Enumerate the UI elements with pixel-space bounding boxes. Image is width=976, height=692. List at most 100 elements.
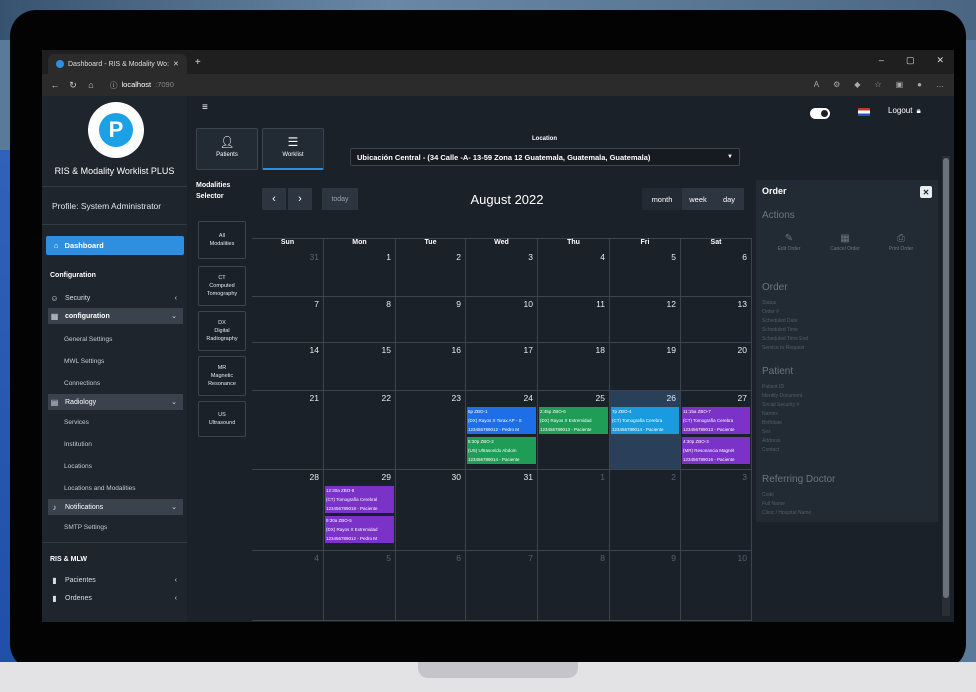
calendar-event[interactable]: 11:15a ZBO-7 (CT) Tomografía Cerebra 12345… — [682, 407, 750, 434]
settings-icon[interactable]: ⚙ — [833, 80, 840, 89]
more-icon[interactable]: … — [936, 80, 944, 89]
sidebar-item-mwl-settings[interactable]: MWL Settings — [64, 358, 104, 365]
close-window-icon[interactable]: ✕ — [936, 55, 944, 66]
calendar-day-cell[interactable]: 1 — [538, 470, 610, 551]
month-view-button[interactable]: month — [642, 188, 682, 210]
calendar-day-cell[interactable]: 14 — [252, 343, 324, 391]
calendar-day-cell[interactable]: 10 — [681, 551, 752, 621]
calendar-day-cell[interactable]: 10 — [466, 297, 538, 343]
location-select[interactable]: Ubicación Central - (34 Calle -A- 13-59 … — [350, 148, 740, 166]
read-aloud-icon[interactable]: A — [814, 80, 819, 89]
calendar-day-cell[interactable]: 22 — [324, 391, 396, 470]
calendar-day-cell[interactable]: 7 — [466, 551, 538, 621]
calendar-day-cell[interactable]: 1 — [324, 250, 396, 297]
calendar-day-cell[interactable]: 2 — [610, 470, 681, 551]
collections-icon[interactable]: ▣ — [896, 80, 904, 89]
calendar-day-cell[interactable]: 6 — [681, 250, 752, 297]
calendar-day-cell[interactable]: 6 — [396, 551, 466, 621]
calendar-day-cell[interactable]: 11 — [538, 297, 610, 343]
sidebar-item-services[interactable]: Services — [64, 419, 89, 426]
calendar-day-cell[interactable]: 3 — [466, 250, 538, 297]
modality-button[interactable]: CT Computed Tomography — [198, 266, 246, 306]
calendar-day-cell[interactable]: 28 — [252, 470, 324, 551]
calendar-day-cell[interactable]: 7 — [252, 297, 324, 343]
sidebar-item-smtp-settings[interactable]: SMTP Settings — [64, 524, 107, 531]
calendar-event[interactable]: 9:30a ZBO-5 (DX) Rayos X Extremidad 123456… — [325, 516, 394, 543]
sidebar-item-notifications[interactable]: ♪ Notifications ⌄ — [48, 499, 183, 515]
modality-button[interactable]: DX Digital Radiography — [198, 311, 246, 351]
calendar-event[interactable]: 2:45p ZBO-6 (DX) Rayos X Extremidad 123456… — [539, 407, 608, 434]
sidebar-item-dashboard[interactable]: ⌂ Dashboard — [46, 236, 184, 255]
reload-icon[interactable]: ↻ — [64, 80, 82, 91]
theme-toggle[interactable] — [810, 108, 830, 119]
calendar-day-cell[interactable]: 15 — [324, 343, 396, 391]
modality-button[interactable]: US Ultrasound — [198, 401, 246, 437]
calendar-day-cell[interactable]: 4 — [538, 250, 610, 297]
close-tab-icon[interactable]: ✕ — [173, 60, 179, 68]
patients-button[interactable]: 👤︎ Patients — [196, 128, 258, 170]
calendar-day-cell[interactable]: 8 — [324, 297, 396, 343]
browser-tab[interactable]: Dashboard - RIS & Modality Wo: ✕ — [48, 54, 187, 74]
sidebar-item-locations-modalities[interactable]: Locations and Modalities — [64, 485, 136, 492]
calendar-day-cell[interactable]: 12 — [610, 297, 681, 343]
week-view-button[interactable]: week — [682, 188, 714, 210]
day-view-button[interactable]: day — [714, 188, 744, 210]
calendar-day-cell[interactable]: 5 — [324, 551, 396, 621]
url-field[interactable]: ⓘ localhost:7090 — [110, 80, 174, 91]
calendar-day-cell[interactable]: 20 — [681, 343, 752, 391]
calendar-day-cell[interactable]: 30 — [396, 470, 466, 551]
calendar-day-cell[interactable]: 3 — [681, 470, 752, 551]
sidebar-item-institution[interactable]: Institution — [64, 441, 92, 448]
modality-button[interactable]: All Modalities — [198, 221, 246, 259]
calendar-day-cell[interactable]: 17 — [466, 343, 538, 391]
calendar-event[interactable]: 5p ZBO-1 (DX) Rayos X Torax AP - S 1234567… — [467, 407, 536, 434]
calendar-day-cell[interactable]: 31 — [252, 250, 324, 297]
today-button[interactable]: today — [322, 188, 358, 210]
sidebar-item-locations[interactable]: Locations — [64, 463, 92, 470]
favorites-icon[interactable]: ☆ — [874, 80, 881, 89]
calendar-event[interactable]: 7p ZBO-4 (CT) Tomografía Cerebra 123456789… — [611, 407, 679, 434]
close-panel-button[interactable]: ✕ — [920, 186, 932, 198]
cancel-order-button[interactable]: ▦ Cancel Order — [820, 233, 870, 252]
us-flag-icon[interactable] — [858, 108, 870, 116]
new-tab-icon[interactable]: + — [195, 57, 201, 68]
calendar-day-cell[interactable]: 21 — [252, 391, 324, 470]
calendar-event[interactable]: 5:30p ZBO-2 (US) Ultrasonido Abdom 1234567… — [467, 437, 536, 464]
calendar-day-cell[interactable]: 2 — [396, 250, 466, 297]
calendar-day-cell[interactable]: 23 — [396, 391, 466, 470]
scrollbar-thumb[interactable] — [943, 158, 949, 598]
maximize-icon[interactable]: ▢ — [906, 55, 915, 66]
logout-button[interactable]: Logout 🔒︎ — [888, 106, 921, 116]
back-icon[interactable]: ← — [46, 80, 64, 90]
calendar-day-cell[interactable]: 8 — [538, 551, 610, 621]
sidebar-item-radiology[interactable]: ▤ Radiology ⌄ — [48, 394, 183, 410]
calendar-day-cell[interactable]: 9 — [610, 551, 681, 621]
calendar-day-cell[interactable]: 16 — [396, 343, 466, 391]
modality-button[interactable]: MR Magnetic Resonance — [198, 356, 246, 396]
hamburger-menu-icon[interactable]: ≡ — [202, 102, 208, 113]
calendar-day-cell[interactable]: 18 — [538, 343, 610, 391]
extension-icon[interactable]: ◆ — [854, 80, 860, 89]
sidebar-item-configuration[interactable]: ▦ configuration ⌄ — [48, 308, 183, 324]
calendar-event[interactable]: 4:30p ZBO-3 (MR) Resonancia Magnét 1234567… — [682, 437, 750, 464]
calendar-day-cell[interactable]: 5 — [610, 250, 681, 297]
sidebar-item-connections[interactable]: Connections — [64, 380, 100, 387]
calendar-day-cell[interactable]: 19 — [610, 343, 681, 391]
sidebar-item-ordenes[interactable]: ▮ Ordenes ‹ — [48, 590, 183, 606]
prev-month-button[interactable]: ‹ — [262, 188, 286, 210]
calendar-day-cell[interactable]: 13 — [681, 297, 752, 343]
next-month-button[interactable]: › — [288, 188, 312, 210]
worklist-button[interactable]: ☰ Worklist — [262, 128, 324, 170]
home-icon[interactable]: ⌂ — [82, 80, 100, 90]
minimize-icon[interactable]: – — [879, 55, 884, 66]
sidebar-item-general-settings[interactable]: General Settings — [64, 336, 112, 343]
print-order-button[interactable]: ⎙ Print Order — [876, 233, 926, 252]
calendar-day-cell[interactable]: 4 — [252, 551, 324, 621]
profile-icon[interactable]: ● — [917, 80, 922, 89]
sidebar-item-pacientes[interactable]: ▮ Pacientes ‹ — [48, 572, 183, 588]
calendar-day-cell[interactable]: 31 — [466, 470, 538, 551]
sidebar-item-security[interactable]: ☺ Security ‹ — [48, 290, 183, 306]
edit-order-button[interactable]: ✎ Edit Order — [764, 233, 814, 252]
calendar-day-cell[interactable]: 9 — [396, 297, 466, 343]
calendar-event[interactable]: 12:30a ZBO-8 (CT) Tomografía Cerebral 1234… — [325, 486, 394, 513]
